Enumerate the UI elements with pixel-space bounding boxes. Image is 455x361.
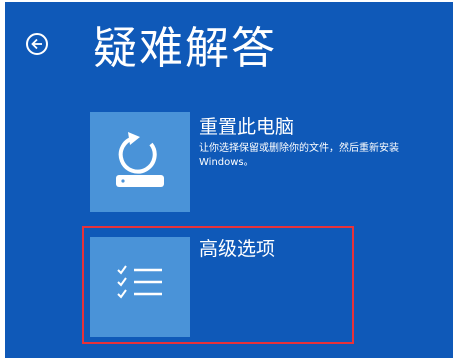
highlight-box bbox=[82, 226, 354, 344]
troubleshoot-screen: 疑难解答 重置此电脑 让你选择保留或删除你的文件，然后重新安装 Windows。 bbox=[5, 2, 453, 358]
reset-pc-tile[interactable] bbox=[90, 112, 190, 212]
back-arrow-icon bbox=[31, 38, 42, 50]
back-button[interactable] bbox=[26, 33, 48, 55]
page-title: 疑难解答 bbox=[93, 23, 277, 74]
reset-pc-title: 重置此电脑 bbox=[199, 116, 295, 138]
reset-pc-description: 让你选择保留或删除你的文件，然后重新安装 Windows。 bbox=[199, 143, 399, 168]
reset-pc-icon bbox=[116, 132, 164, 187]
